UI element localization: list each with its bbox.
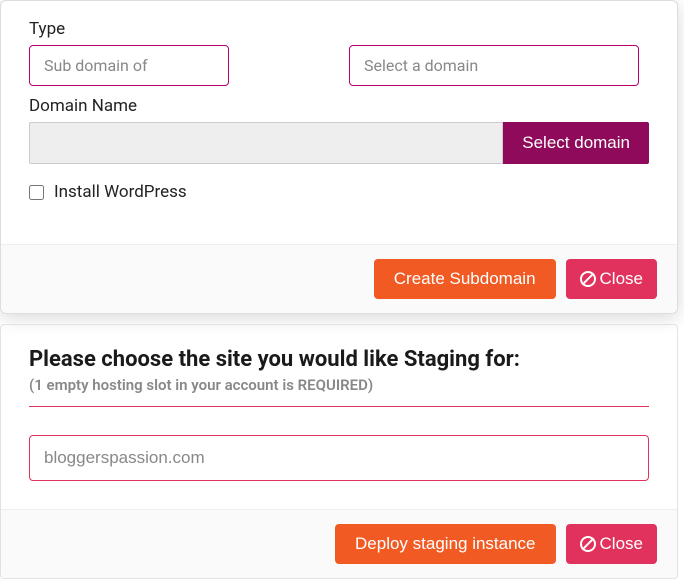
create-subdomain-button[interactable]: Create Subdomain xyxy=(374,259,556,299)
modal-body: Type Sub domain of Select a domain Domai… xyxy=(1,1,677,244)
domain-name-label: Domain Name xyxy=(29,96,649,116)
modal1-footer: Create Subdomain Close xyxy=(1,244,677,313)
staging-panel: Please choose the site you would like St… xyxy=(0,324,678,579)
install-wordpress-checkbox[interactable] xyxy=(29,185,44,200)
domain-select[interactable]: Select a domain xyxy=(349,45,639,86)
install-wordpress-row[interactable]: Install WordPress xyxy=(29,182,649,202)
staging-site-input[interactable] xyxy=(29,435,649,481)
subdomain-type-select[interactable]: Sub domain of xyxy=(29,45,229,86)
divider xyxy=(29,406,649,407)
close-label: Close xyxy=(600,269,643,289)
domain-name-row: Select domain xyxy=(29,122,649,164)
close-label-2: Close xyxy=(600,534,643,554)
staging-subnote: (1 empty hosting slot in your account is… xyxy=(29,376,649,394)
staging-heading: Please choose the site you would like St… xyxy=(29,347,649,372)
staging-body: Please choose the site you would like St… xyxy=(1,325,677,509)
install-wordpress-label: Install WordPress xyxy=(54,182,187,202)
staging-footer: Deploy staging instance Close xyxy=(1,509,677,578)
type-row: Sub domain of Select a domain xyxy=(29,45,649,86)
close-button-2[interactable]: Close xyxy=(566,524,657,564)
deploy-staging-button[interactable]: Deploy staging instance xyxy=(335,524,556,564)
ban-icon xyxy=(580,271,596,287)
type-label: Type xyxy=(29,19,649,39)
create-subdomain-modal: Type Sub domain of Select a domain Domai… xyxy=(0,0,678,314)
domain-name-input[interactable] xyxy=(29,122,503,164)
close-button[interactable]: Close xyxy=(566,259,657,299)
select-domain-button[interactable]: Select domain xyxy=(503,122,649,164)
ban-icon xyxy=(580,536,596,552)
